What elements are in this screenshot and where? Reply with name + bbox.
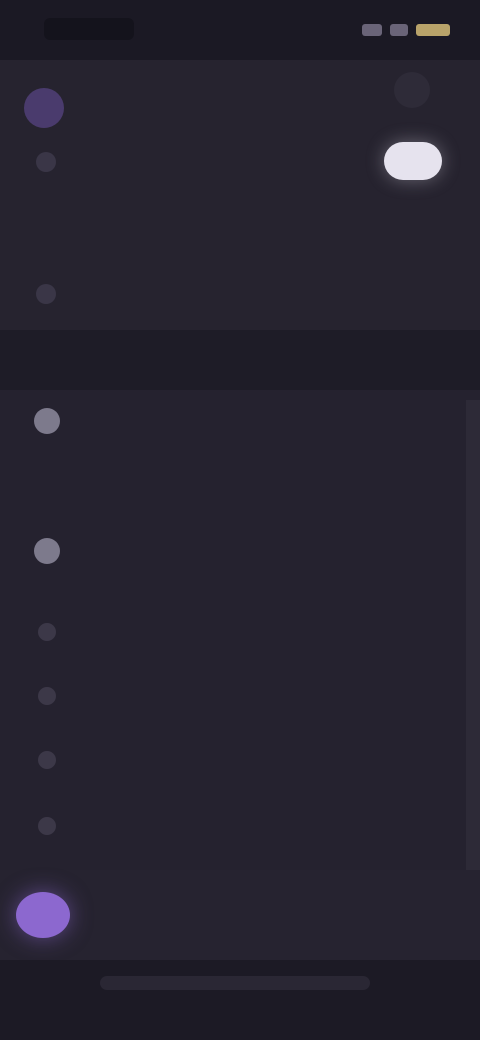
plus-icon (38, 817, 56, 835)
signal-icon (362, 24, 382, 36)
page-title (198, 96, 284, 118)
account-avatar[interactable] (16, 892, 70, 938)
circle-icon (34, 538, 60, 564)
list-item[interactable] (0, 458, 480, 514)
battery-icon (416, 24, 450, 36)
status-icons (350, 20, 450, 40)
home-indicator[interactable] (100, 976, 370, 990)
section-divider (0, 330, 480, 390)
list-item[interactable] (0, 524, 480, 580)
screen (0, 0, 480, 1040)
menu-item-secondary[interactable] (0, 202, 480, 258)
status-time (44, 18, 134, 40)
wifi-icon (390, 24, 408, 36)
info-icon (36, 284, 56, 304)
list-item[interactable] (0, 798, 480, 854)
user-icon (36, 152, 56, 172)
header-action-button[interactable] (394, 72, 430, 108)
header-avatar[interactable] (24, 88, 64, 128)
list-item[interactable] (0, 394, 480, 450)
minus-icon (38, 751, 56, 769)
list-item[interactable] (0, 604, 480, 660)
status-bar (0, 0, 480, 60)
menu-item-info[interactable] (0, 266, 480, 322)
minus-icon (38, 623, 56, 641)
status-toggle[interactable] (384, 142, 442, 180)
minus-icon (38, 687, 56, 705)
account-row[interactable] (0, 870, 480, 960)
list-item[interactable] (0, 732, 480, 788)
bottom-bar (0, 960, 480, 1040)
list-item[interactable] (0, 668, 480, 724)
circle-icon (34, 408, 60, 434)
